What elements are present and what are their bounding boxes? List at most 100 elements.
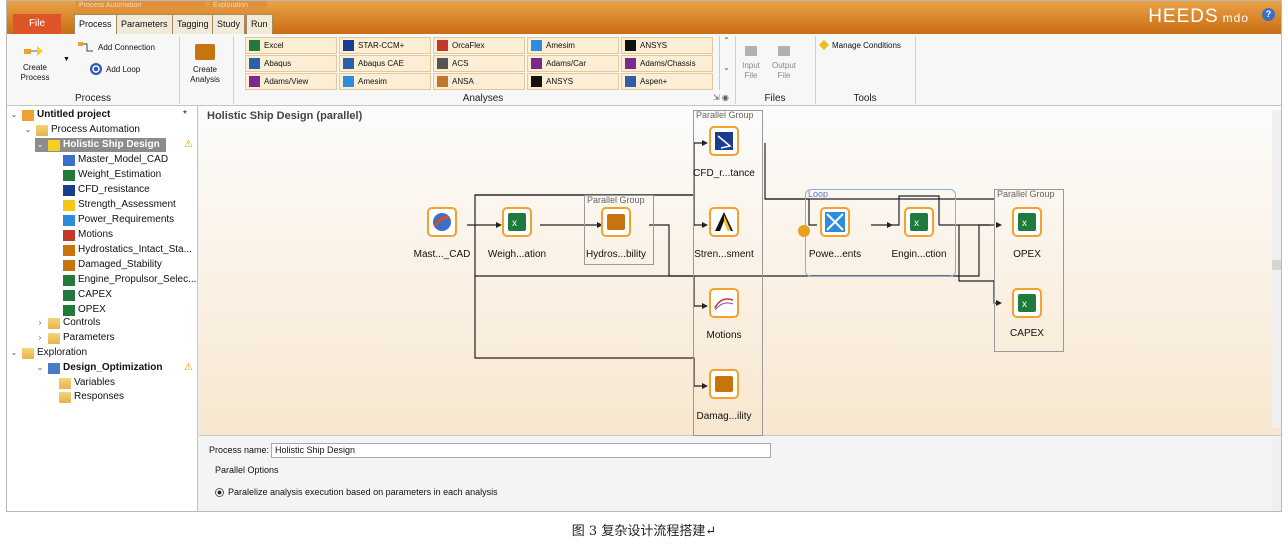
analysis-tool-icon xyxy=(625,76,636,87)
excel-icon: x xyxy=(910,213,928,231)
tree-analysis-item[interactable]: Strength_Assessment xyxy=(63,198,176,212)
tree-holistic-ship-design[interactable]: ⌄ Holistic Ship Design xyxy=(35,138,166,152)
tab-parameters[interactable]: Parameters xyxy=(116,14,173,34)
analysis-tool-icon xyxy=(63,304,75,316)
manage-conditions-button[interactable]: Manage Conditions xyxy=(819,40,901,50)
ribbon: Create Process ▼ Add Connection Add Loop… xyxy=(7,34,1281,106)
node-motions[interactable] xyxy=(709,288,739,318)
tree-controls[interactable]: › Controls xyxy=(35,316,100,330)
create-process-button[interactable]: Create Process xyxy=(15,42,55,83)
properties-panel: Process name: Holistic Ship Design Paral… xyxy=(199,437,1281,511)
tree-analysis-item[interactable]: Master_Model_CAD xyxy=(63,153,168,167)
tab-study[interactable]: Study xyxy=(212,14,246,34)
tree-analysis-label: Weight_Estimation xyxy=(78,169,162,180)
tree-analysis-item[interactable]: CFD_resistance xyxy=(63,183,150,197)
node-master-cad[interactable] xyxy=(427,207,457,237)
svg-text:x: x xyxy=(1022,218,1027,229)
node-damaged[interactable] xyxy=(709,369,739,399)
node-damaged-label: Damag...ility xyxy=(696,411,752,422)
node-strength[interactable] xyxy=(709,207,739,237)
analysis-acs-button[interactable]: ACS xyxy=(433,55,525,72)
gallery-expand-icon[interactable]: ⇲ ◉ xyxy=(713,93,729,102)
tree-analysis-item[interactable]: CAPEX xyxy=(63,288,112,302)
analysis-label: Excel xyxy=(264,41,284,50)
chevron-down-icon[interactable]: ▼ xyxy=(63,56,70,63)
excel-icon: x xyxy=(508,213,526,231)
analysis-ansys-button[interactable]: ANSYS xyxy=(527,73,619,90)
input-file-button[interactable]: Input File xyxy=(737,44,765,81)
analysis-abaqus-cae-button[interactable]: Abaqus CAE xyxy=(339,55,431,72)
analysis-ansa-button[interactable]: ANSA xyxy=(433,73,525,90)
svg-text:x: x xyxy=(1022,299,1027,310)
analysis-abaqus-button[interactable]: Abaqus xyxy=(245,55,337,72)
node-opex[interactable]: x xyxy=(1012,207,1042,237)
diamond-icon xyxy=(819,40,829,50)
tab-process[interactable]: Process xyxy=(74,14,117,34)
analysis-adams-view-button[interactable]: Adams/View xyxy=(245,73,337,90)
analysis-label: Aspen+ xyxy=(640,77,668,86)
tree-responses[interactable]: Responses xyxy=(59,390,124,404)
process-name-field[interactable]: Holistic Ship Design xyxy=(271,443,771,458)
node-hydrostatics[interactable] xyxy=(601,207,631,237)
analysis-label: Abaqus xyxy=(264,59,292,68)
tree-parameters[interactable]: › Parameters xyxy=(35,331,115,345)
canvas-scrollbar[interactable] xyxy=(1272,110,1281,428)
node-weight[interactable]: x xyxy=(502,207,532,237)
node-capex[interactable]: x xyxy=(1012,288,1042,318)
analysis-tool-icon xyxy=(63,199,75,211)
analysis-tool-icon xyxy=(625,40,636,51)
node-power[interactable] xyxy=(820,207,850,237)
tree-analysis-item[interactable]: Weight_Estimation xyxy=(63,168,161,182)
tree-analysis-item[interactable]: OPEX xyxy=(63,303,106,317)
output-file-icon xyxy=(778,46,790,56)
node-engine[interactable]: x xyxy=(904,207,934,237)
help-icon[interactable]: ? xyxy=(1262,8,1275,21)
create-process-icon xyxy=(24,46,43,56)
analysis-aspen--button[interactable]: Aspen+ xyxy=(621,73,713,90)
tab-file[interactable]: File xyxy=(13,14,61,34)
project-icon xyxy=(22,109,34,121)
analysis-tool-icon xyxy=(437,58,448,69)
analysis-ansys-button[interactable]: ANSYS xyxy=(621,37,713,54)
analysis-adams-car-button[interactable]: Adams/Car xyxy=(527,55,619,72)
tree-exploration[interactable]: ⌄ Exploration xyxy=(9,346,87,360)
analysis-star-ccm--button[interactable]: STAR-CCM+ xyxy=(339,37,431,54)
props-scrollbar[interactable] xyxy=(1272,439,1281,511)
folder-icon xyxy=(59,391,71,403)
analysis-tool-icon xyxy=(249,58,260,69)
tree-analysis-item[interactable]: Hydrostatics_Intact_Sta... xyxy=(63,243,192,257)
analysis-orcaflex-button[interactable]: OrcaFlex xyxy=(433,37,525,54)
node-weight-label: Weigh...ation xyxy=(487,249,547,260)
analysis-excel-button[interactable]: Excel xyxy=(245,37,337,54)
cad-icon xyxy=(433,213,451,231)
process-canvas[interactable]: Holistic Ship Design (parallel) Parallel… xyxy=(199,106,1281,436)
tree-analysis-item[interactable]: Engine_Propulsor_Selec... xyxy=(63,273,196,287)
tree-analysis-label: Master_Model_CAD xyxy=(78,154,169,165)
analysis-adams-chassis-button[interactable]: Adams/Chassis xyxy=(621,55,713,72)
study-icon xyxy=(48,362,60,374)
tab-tagging[interactable]: Tagging xyxy=(172,14,214,34)
output-file-button[interactable]: Output File xyxy=(769,44,799,81)
tree-project[interactable]: ⌄ Untitled project xyxy=(9,108,110,122)
node-cfd[interactable] xyxy=(709,126,739,156)
analysis-amesim-button[interactable]: Amesim xyxy=(527,37,619,54)
starccm-icon xyxy=(715,132,733,150)
analysis-tool-icon xyxy=(249,76,260,87)
tree-analysis-item[interactable]: Damaged_Stability xyxy=(63,258,162,272)
add-loop-button[interactable]: Add Loop xyxy=(89,62,140,76)
analysis-amesim-button[interactable]: Amesim xyxy=(339,73,431,90)
gallery-scroll[interactable]: ⌃ ⌄ xyxy=(719,36,733,90)
tree-variables[interactable]: Variables xyxy=(59,376,115,390)
warning-icon: ⚠ xyxy=(184,139,193,150)
add-connection-button[interactable]: Add Connection xyxy=(77,40,155,54)
analysis-tool-icon xyxy=(437,76,448,87)
analysis-label: ANSYS xyxy=(546,77,574,86)
tab-run[interactable]: Run xyxy=(246,14,273,34)
analysis-tool-icon xyxy=(343,76,354,87)
tree-process-automation[interactable]: ⌄ Process Automation xyxy=(23,123,140,137)
tree-analysis-item[interactable]: Power_Requirements xyxy=(63,213,174,227)
parallelize-option[interactable]: Paralelize analysis execution based on p… xyxy=(215,487,498,497)
tree-analysis-item[interactable]: Motions xyxy=(63,228,113,242)
tree-design-optimization[interactable]: ⌄ Design_Optimization xyxy=(35,361,162,375)
create-analysis-button[interactable]: Create Analysis xyxy=(185,42,225,85)
